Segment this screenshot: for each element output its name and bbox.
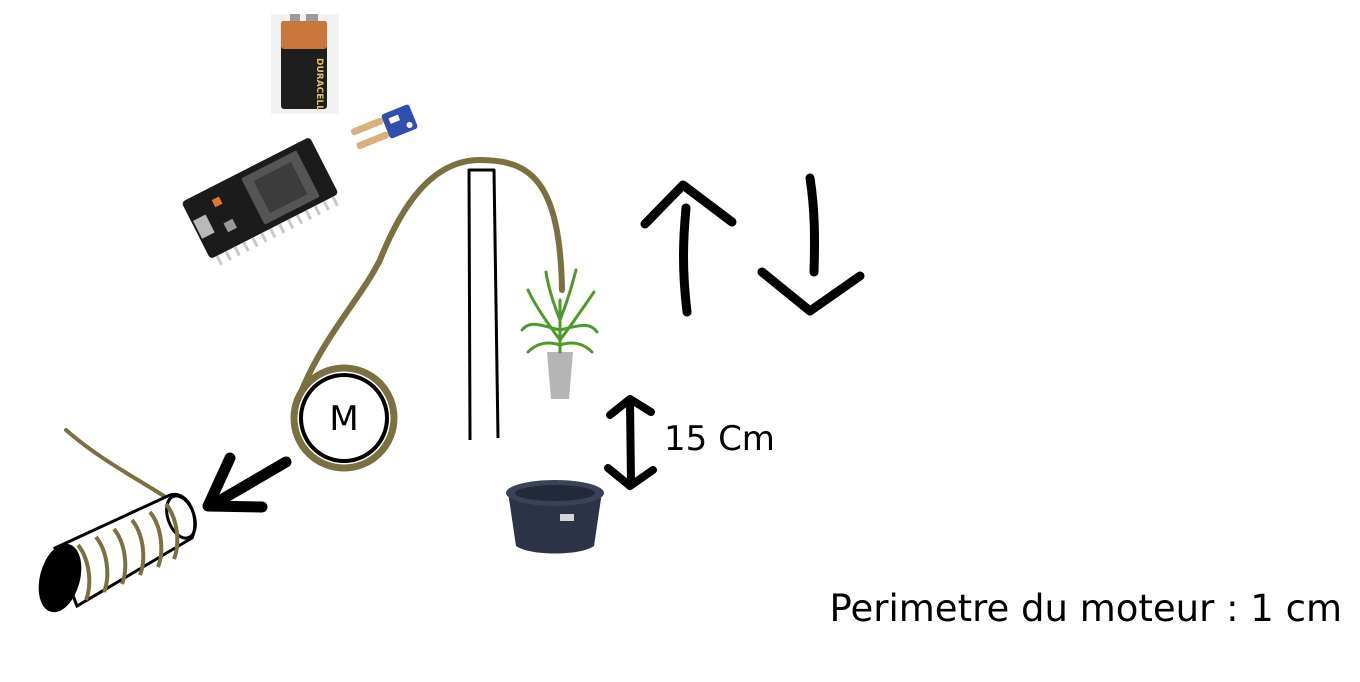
perimeter-label: Perimetre du moteur : 1 cm xyxy=(830,587,1342,630)
arrow-to-spool-icon xyxy=(202,452,292,513)
battery-icon: DURACELL xyxy=(271,14,339,114)
arrow-down-icon xyxy=(757,173,865,316)
esp32-board-icon xyxy=(182,138,339,266)
motor-label: M xyxy=(329,399,358,439)
spool-icon xyxy=(38,428,197,613)
double-arrow-icon xyxy=(604,395,657,490)
battery-copper-top xyxy=(281,21,327,49)
string-line xyxy=(295,156,565,403)
motor-icon: M xyxy=(290,364,398,472)
distance-label: 15 Cm xyxy=(664,419,775,459)
battery-brand-label: DURACELL xyxy=(314,58,324,111)
water-tank-icon xyxy=(506,480,604,554)
arrow-up-icon xyxy=(640,180,737,317)
pole-icon xyxy=(467,168,500,441)
soil-sensor-icon xyxy=(350,104,418,150)
diagram-canvas: DURACELL M 15 Cm Perimetre du moteur: 1… xyxy=(38,14,1342,630)
